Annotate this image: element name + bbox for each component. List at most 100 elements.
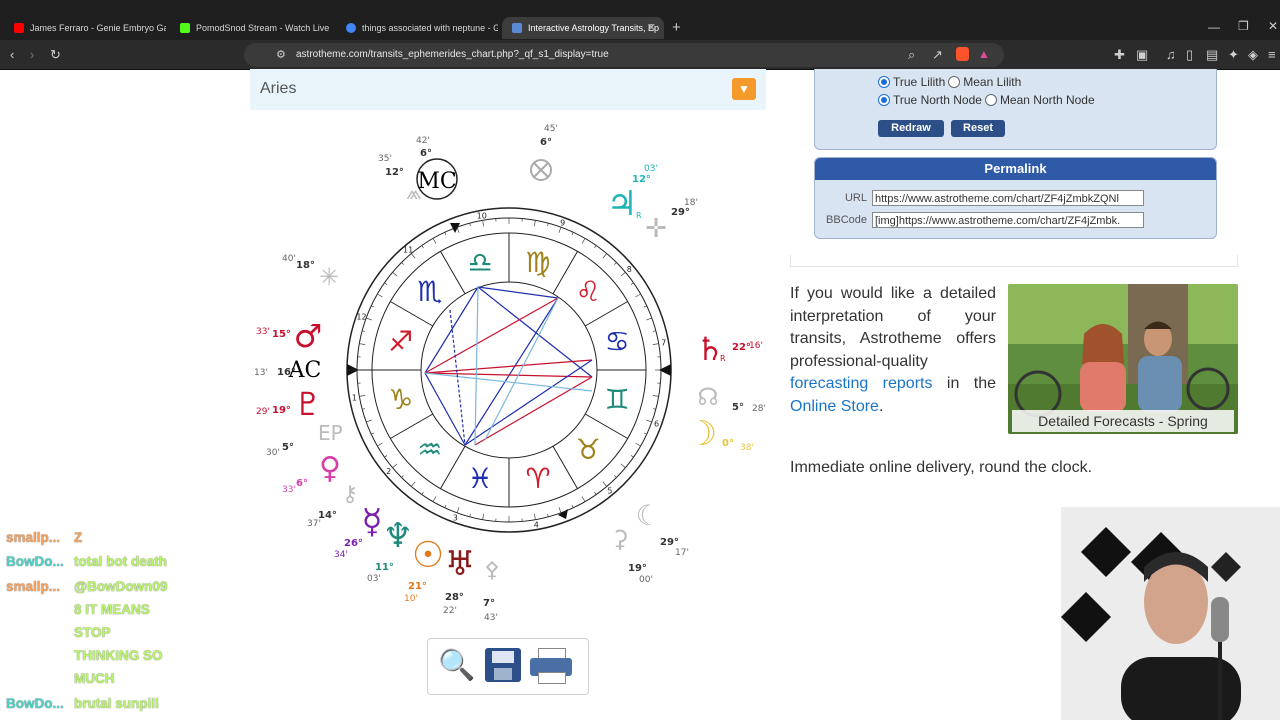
- zodiac-sign-glyph: ♌: [576, 275, 601, 308]
- promo-text-3: .: [878, 397, 884, 415]
- maximize-icon[interactable]: ❐: [1238, 19, 1249, 33]
- menu-icon[interactable]: ≡: [1268, 47, 1276, 62]
- minimize-icon[interactable]: —: [1208, 20, 1220, 34]
- sn-degree: 7°: [483, 598, 495, 609]
- node-icon: ☊: [697, 383, 718, 411]
- zodiac-sign-glyph: ♈: [525, 462, 550, 495]
- save-chart-icon[interactable]: [485, 648, 521, 682]
- mercury-degree: 26°: [344, 538, 363, 549]
- new-tab-button[interactable]: +: [672, 19, 681, 36]
- mean-node-label: Mean North Node: [999, 93, 1095, 107]
- site-settings-icon[interactable]: ⚙: [276, 48, 286, 61]
- ceres-icon: ⚳: [611, 525, 629, 553]
- house-number: 1: [352, 393, 357, 402]
- forecasting-reports-link[interactable]: forecasting reports: [790, 375, 932, 392]
- forward-icon[interactable]: ›: [30, 47, 34, 62]
- true-lilith-radio[interactable]: [878, 76, 890, 88]
- ceres-minute: 00': [639, 575, 653, 585]
- fixed-star-icon: ✛: [645, 214, 667, 244]
- tab-astrotheme[interactable]: Interactive Astrology Transits, Ep ✕: [502, 17, 664, 39]
- mars-minute: 33': [256, 327, 270, 337]
- mercury-minute: 34': [334, 550, 348, 560]
- sidebar-icon[interactable]: ▯: [1186, 47, 1193, 63]
- tab-label: things associated with neptune - Go: [362, 23, 498, 33]
- back-icon[interactable]: ‹: [10, 47, 14, 62]
- astrotheme-icon: [512, 23, 522, 33]
- node-options: True North Node Mean North Node: [878, 93, 1095, 107]
- star-degree: 29°: [671, 207, 690, 218]
- dropdown-toggle-button[interactable]: ▼: [732, 78, 756, 100]
- mars-degree: 15°: [272, 329, 291, 340]
- mean-node-radio[interactable]: [984, 94, 997, 106]
- tab-kick[interactable]: PomodSnod Stream - Watch Live: [170, 17, 332, 39]
- share-icon[interactable]: ↗: [932, 47, 943, 63]
- permalink-panel: Permalink URL https://www.astrotheme.com…: [814, 157, 1217, 239]
- moon-minute: 38': [740, 443, 754, 453]
- ep-label: EP: [318, 421, 343, 445]
- true-node-radio[interactable]: [878, 94, 890, 106]
- house-number: 4: [534, 521, 539, 530]
- chat-user: BowDo...: [6, 554, 64, 569]
- music-icon[interactable]: ♫: [1166, 47, 1176, 62]
- chiron-minute: 37': [307, 519, 321, 529]
- zoom-icon[interactable]: ⌕: [908, 47, 915, 63]
- online-store-link[interactable]: Online Store: [790, 398, 879, 415]
- mercury-icon: ☿: [362, 502, 383, 542]
- tab-youtube[interactable]: James Ferraro - Genie Embryo Ga: [4, 17, 166, 39]
- chat-user: BowDo...: [6, 696, 64, 711]
- house-number: 6: [654, 420, 659, 429]
- transit-chart-wheel[interactable]: ♍♌♋♊♉♈♓♒♑♐♏♎987654321121110 MC AC 16° 13…: [250, 115, 770, 630]
- permalink-url-field[interactable]: https://www.astrotheme.com/chart/ZF4jZmb…: [872, 190, 1144, 206]
- mars-icon: ♂: [294, 317, 323, 355]
- extensions-icon[interactable]: ✚: [1114, 47, 1125, 63]
- leo-icon[interactable]: ✦: [1228, 47, 1239, 63]
- chat-message: STOP: [74, 625, 111, 640]
- close-tab-icon[interactable]: ✕: [647, 17, 656, 39]
- uranus-degree: 28°: [445, 592, 464, 603]
- house-number: 10: [477, 211, 487, 220]
- sun-star-icon: ✳: [319, 263, 339, 291]
- vpn-icon[interactable]: ◈: [1248, 47, 1258, 63]
- node-minute: 28': [752, 404, 766, 414]
- pluto-minute: 29': [256, 407, 270, 417]
- brave-shield-icon[interactable]: [956, 47, 969, 61]
- sun-icon: ☉: [412, 535, 444, 576]
- promo-text: If you would like a detailed interpretat…: [790, 283, 996, 419]
- zodiac-sign-glyph: ♋: [605, 325, 630, 358]
- house-number: 2: [386, 467, 391, 476]
- ac-minute: 13': [254, 368, 268, 378]
- vertex-icon: ⩕: [406, 180, 422, 204]
- chat-message: 8 IT MEANS: [74, 602, 150, 617]
- node-degree: 5°: [732, 402, 744, 413]
- venus-degree: 6°: [296, 478, 308, 489]
- zodiac-sign-glyph: ♊: [605, 383, 630, 416]
- bbcode-label: BBCode: [826, 214, 867, 226]
- kick-icon: [180, 23, 190, 33]
- print-chart-icon[interactable]: [530, 648, 574, 684]
- zoom-chart-icon[interactable]: 🔍: [438, 648, 475, 683]
- house-number: 8: [627, 265, 632, 274]
- mean-lilith-radio[interactable]: [948, 76, 961, 88]
- screenshot-icon[interactable]: ▣: [1136, 47, 1148, 63]
- tab-label: Interactive Astrology Transits, Ep: [528, 23, 660, 33]
- ac-degree: 16°: [277, 367, 296, 378]
- star-minute: 18': [684, 198, 698, 208]
- pof-degree: 6°: [540, 137, 552, 148]
- promo-caption[interactable]: Detailed Forecasts - Spring: [1012, 410, 1234, 432]
- close-window-icon[interactable]: ✕: [1268, 19, 1278, 33]
- reload-icon[interactable]: ↻: [50, 47, 61, 63]
- permalink-bbcode-field[interactable]: [img]https://www.astrotheme.com/chart/ZF…: [872, 212, 1144, 228]
- wallet-icon[interactable]: ▤: [1206, 47, 1218, 63]
- tab-google[interactable]: things associated with neptune - Go: [336, 17, 498, 39]
- true-lilith-label: True Lilith: [893, 75, 946, 89]
- redraw-button[interactable]: Redraw: [878, 120, 944, 137]
- tab-label: James Ferraro - Genie Embryo Ga: [30, 23, 166, 33]
- sn-minute: 43': [484, 613, 498, 623]
- house-number: 9: [560, 218, 565, 227]
- reset-button[interactable]: Reset: [951, 120, 1005, 137]
- jupiter-minute: 03': [644, 164, 658, 174]
- url-text[interactable]: astrotheme.com/transits_ephemerides_char…: [296, 49, 609, 60]
- promo-text-2: in the: [932, 375, 996, 393]
- rewards-icon[interactable]: ▲: [978, 47, 990, 61]
- mc-degree: 6°: [420, 148, 432, 159]
